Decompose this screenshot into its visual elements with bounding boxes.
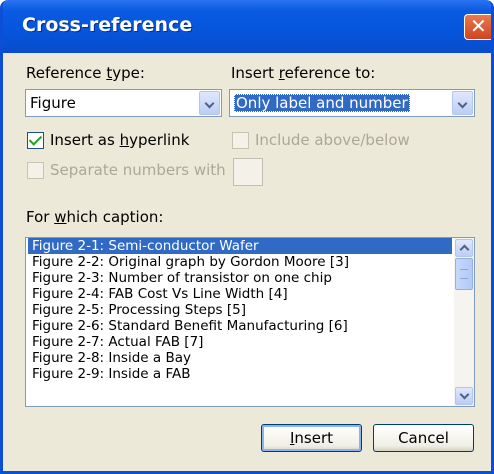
reference-type-value: Figure — [30, 94, 76, 112]
separate-numbers-label: Separate numbers with — [50, 161, 226, 179]
insert-reference-to-dropdown[interactable]: Only label and number — [229, 89, 475, 117]
include-above-below-label: Include above/below — [255, 131, 410, 149]
list-item[interactable]: Figure 2-6: Standard Benefit Manufacturi… — [28, 318, 452, 334]
reference-type-label: Reference type: — [26, 64, 145, 82]
insert-reference-to-value: Only label and number — [234, 94, 410, 112]
scroll-thumb[interactable] — [455, 258, 473, 290]
list-item[interactable]: Figure 2-4: FAB Cost Vs Line Width [4] — [28, 286, 452, 302]
close-icon: ✕ — [470, 14, 487, 38]
list-item[interactable]: Figure 2-2: Original graph by Gordon Moo… — [28, 254, 452, 270]
dialog-title: Cross-reference — [22, 14, 193, 36]
close-button[interactable]: ✕ — [464, 14, 491, 40]
insert-as-hyperlink-checkbox[interactable] — [27, 132, 44, 149]
caption-items: Figure 2-1: Semi-conductor Wafer Figure 2… — [28, 238, 452, 382]
list-item[interactable]: Figure 2-5: Processing Steps [5] — [28, 302, 452, 318]
include-above-below-checkbox[interactable] — [232, 132, 249, 149]
chevron-down-icon[interactable] — [452, 91, 473, 115]
chevron-up-icon[interactable] — [455, 239, 473, 257]
list-item[interactable]: Figure 2-3: Number of transistor on one … — [28, 270, 452, 286]
title-bar[interactable]: Cross-reference ✕ — [3, 0, 491, 53]
caption-listbox[interactable]: Figure 2-1: Semi-conductor Wafer Figure 2… — [25, 237, 475, 407]
separate-numbers-checkbox[interactable] — [27, 162, 44, 179]
cross-reference-dialog: Cross-reference ✕ Reference type: Figure… — [0, 0, 494, 474]
chevron-down-icon[interactable] — [455, 387, 473, 405]
insert-as-hyperlink-label[interactable]: Insert as hyperlink — [50, 131, 189, 149]
list-item[interactable]: Figure 2-7: Actual FAB [7] — [28, 334, 452, 350]
insert-reference-to-label: Insert reference to: — [231, 64, 376, 82]
list-item[interactable]: Figure 2-9: Inside a FAB — [28, 366, 452, 382]
caption-list-label: For which caption: — [26, 208, 164, 226]
insert-button[interactable]: Insert — [261, 424, 362, 452]
separator-input[interactable] — [233, 158, 263, 186]
reference-type-dropdown[interactable]: Figure — [25, 89, 222, 117]
caption-scrollbar[interactable] — [454, 238, 474, 406]
chevron-down-icon[interactable] — [199, 91, 220, 115]
list-item[interactable]: Figure 2-8: Inside a Bay — [28, 350, 452, 366]
cancel-button[interactable]: Cancel — [373, 424, 474, 452]
list-item[interactable]: Figure 2-1: Semi-conductor Wafer — [28, 238, 452, 254]
